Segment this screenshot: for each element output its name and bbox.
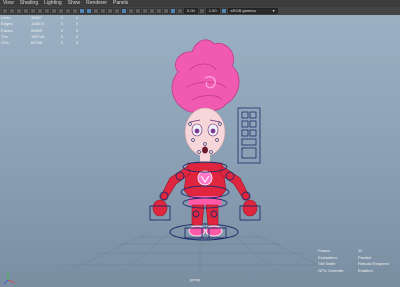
chevron-down-icon: ▾ (272, 8, 275, 13)
menu-shading[interactable]: Shading (17, 0, 41, 7)
safe-action-icon[interactable] (65, 8, 71, 14)
grid-icon[interactable] (30, 8, 36, 14)
field-chart-icon[interactable] (58, 8, 64, 14)
lock-camera-icon[interactable] (9, 8, 15, 14)
bookmark-icon[interactable] (16, 8, 22, 14)
resolution-gate-icon[interactable] (44, 8, 50, 14)
menu-lighting[interactable]: Lighting (41, 0, 65, 7)
hud-row-gpu-override: GPU Override: Enabled (318, 267, 373, 273)
smooth-shade-icon[interactable] (86, 8, 92, 14)
image-plane-icon[interactable] (23, 8, 29, 14)
shadows-icon[interactable] (128, 8, 134, 14)
exposure-field[interactable]: 0.00 (184, 8, 198, 14)
select-camera-icon[interactable] (2, 8, 8, 14)
axis-indicator-icon (3, 272, 16, 285)
hud-row-uvs: UVs: 60786 0 0 (1, 40, 79, 46)
screen-space-ao-icon[interactable] (135, 8, 141, 14)
gamma-field[interactable]: 1.00 (205, 8, 220, 14)
textured-icon[interactable] (170, 8, 176, 14)
exposure-icon[interactable] (177, 8, 183, 14)
multisample-aa-icon[interactable] (149, 8, 155, 14)
view-transform-value: sRGB gamma (230, 8, 256, 13)
menu-panels[interactable]: Panels (110, 0, 131, 7)
menu-view[interactable]: View (0, 0, 17, 7)
camera-name-label: persp (190, 277, 201, 282)
color-management-icon[interactable] (220, 8, 227, 14)
default-material-icon[interactable] (93, 8, 99, 14)
depth-of-field-icon[interactable] (156, 8, 162, 14)
evaluation-hud: Frame: 11 Evaluation: Parallel GM State:… (318, 248, 398, 274)
poly-count-hud: Verts: 36857 0 0 Edges: 108876 0 0 Faces… (1, 15, 91, 46)
character-hair[interactable] (171, 39, 240, 113)
gamma-icon[interactable] (198, 8, 205, 14)
menu-show[interactable]: Show (65, 0, 84, 7)
panel-toolbar: 0.00 1.00 sRGB gamma ▾ (0, 7, 400, 15)
wireframe-on-shaded-icon[interactable] (100, 8, 106, 14)
film-gate-icon[interactable] (37, 8, 43, 14)
wireframe-icon[interactable] (79, 8, 85, 14)
view-transform-select[interactable]: sRGB gamma ▾ (227, 8, 278, 14)
xray-icon[interactable] (107, 8, 113, 14)
isolate-select-icon[interactable] (163, 8, 169, 14)
use-all-lights-icon[interactable] (121, 8, 127, 14)
panel-menu-bar: View Shading Lighting Show Renderer Pane… (0, 0, 400, 7)
character-head[interactable] (184, 107, 226, 157)
gate-mask-icon[interactable] (51, 8, 57, 14)
motion-blur-icon[interactable] (142, 8, 148, 14)
maya-viewport[interactable]: View Shading Lighting Show Renderer Pane… (0, 0, 400, 287)
menu-renderer[interactable]: Renderer (83, 0, 110, 7)
xray-joints-icon[interactable] (114, 8, 120, 14)
safe-title-icon[interactable] (72, 8, 78, 14)
face-rig-panel[interactable] (237, 107, 261, 164)
